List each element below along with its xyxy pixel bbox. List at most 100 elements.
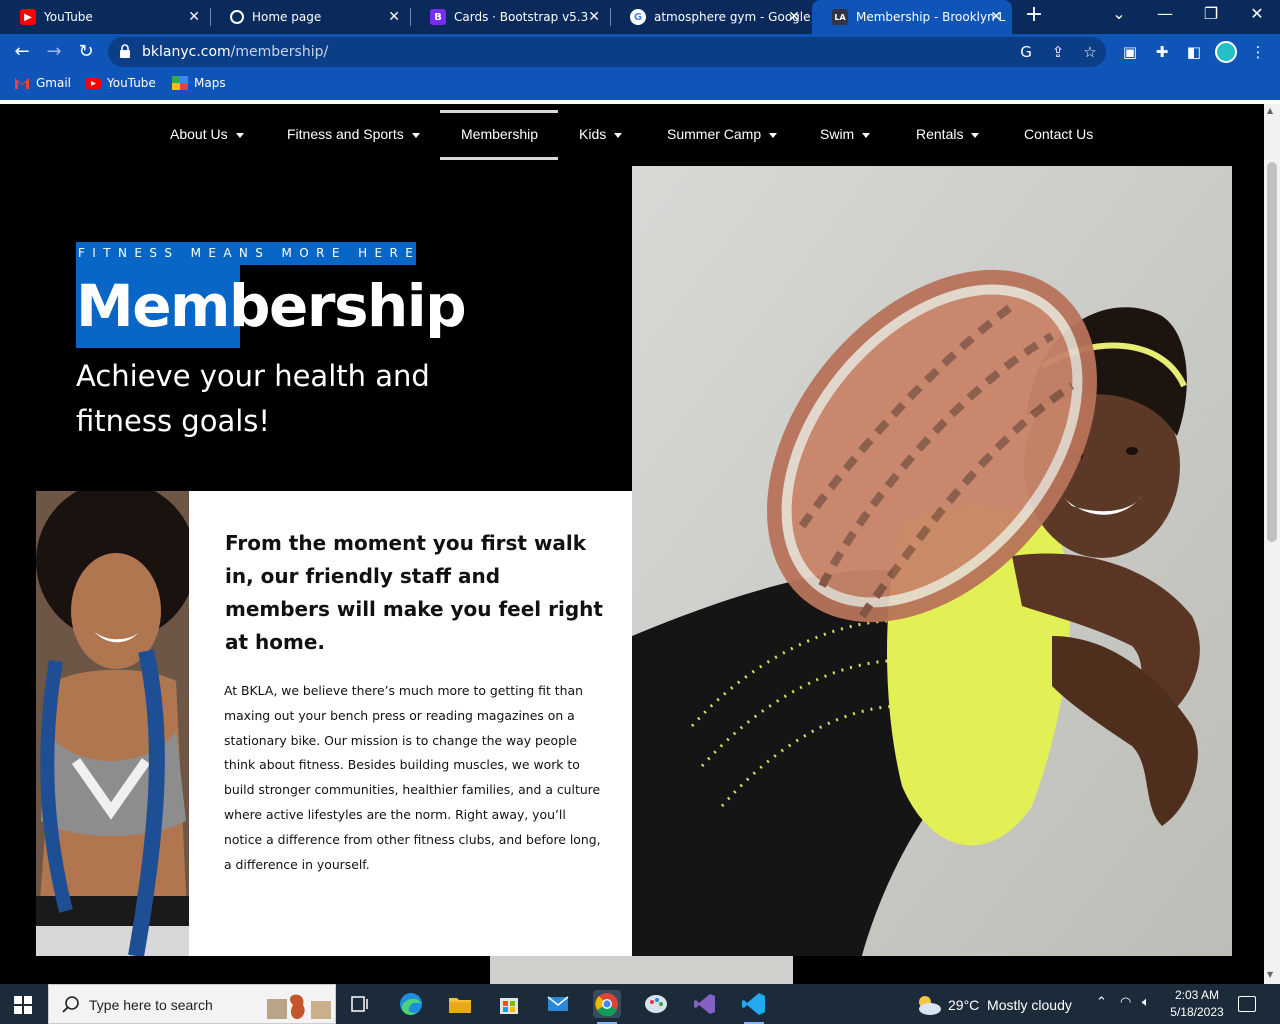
tab-membership[interactable]: LA Membership - Brooklyn L ✕ <box>812 0 1012 34</box>
close-icon[interactable]: ✕ <box>588 9 600 25</box>
bootstrap-icon: B <box>430 9 446 25</box>
intro-heading: From the moment you first walk in, our f… <box>225 531 603 654</box>
back-button[interactable]: ← <box>10 40 34 64</box>
main-nav: About Us Fitness and Sports Membership K… <box>0 104 1264 164</box>
new-tab-button[interactable]: + <box>1022 4 1046 28</box>
notifications-icon[interactable] <box>1238 996 1256 1012</box>
media-icon[interactable]: ▣ <box>1120 42 1140 62</box>
url-host: bklanyc.com <box>142 44 231 60</box>
nav-summer-camp[interactable]: Summer Camp <box>667 126 778 142</box>
hero-subtitle: Achieve your health and fitness goals! <box>76 359 430 438</box>
restore-button[interactable]: ❐ <box>1196 4 1226 23</box>
profile-avatar[interactable] <box>1215 41 1237 63</box>
task-view-icon[interactable] <box>346 990 374 1018</box>
close-icon[interactable]: ✕ <box>188 9 200 25</box>
microsoft-store-icon[interactable] <box>495 990 523 1018</box>
google-lens-icon[interactable]: G <box>1016 42 1036 62</box>
nav-label: About Us <box>170 126 228 142</box>
edge-icon[interactable] <box>397 990 425 1018</box>
bookmark-gmail[interactable]: Gmail <box>14 76 71 90</box>
hero-photo-illustration <box>632 166 1232 956</box>
tab-title: Home page <box>252 10 322 24</box>
tab-bar: ▶ YouTube ✕ Home page ✕ B Cards · Bootst… <box>0 0 1280 34</box>
share-icon[interactable]: ⇪ <box>1048 42 1068 62</box>
forward-button[interactable]: → <box>42 40 66 64</box>
chrome-icon[interactable] <box>593 990 621 1024</box>
close-icon[interactable]: ✕ <box>388 9 400 25</box>
page-scrollbar[interactable]: ▲ ▼ <box>1264 104 1280 984</box>
active-indicator <box>440 110 558 113</box>
nav-fitness-and-sports[interactable]: Fitness and Sports <box>287 126 420 142</box>
tab-search-icon[interactable]: ⌄ <box>1104 4 1134 23</box>
nav-label: Swim <box>820 126 855 142</box>
close-window-button[interactable]: ✕ <box>1242 4 1272 23</box>
lock-icon <box>120 44 130 58</box>
nav-about-us[interactable]: About Us <box>170 126 244 142</box>
hero-eyebrow: FITNESS MEANS MORE HERE <box>76 242 416 265</box>
tab-title: YouTube <box>44 10 93 24</box>
url-path: /membership/ <box>230 44 329 60</box>
nav-label: Membership <box>461 126 539 142</box>
scroll-down-icon[interactable]: ▼ <box>1267 970 1273 979</box>
bookmark-star-icon[interactable]: ☆ <box>1080 42 1100 62</box>
tab-home-page[interactable]: Home page ✕ <box>210 0 410 34</box>
close-icon[interactable]: ✕ <box>788 9 800 25</box>
browser-toolbar: ← → ↻ bklanyc.com/membership/ G ⇪ ☆ ▣ ✚ … <box>0 34 1280 70</box>
caret-down-icon <box>862 132 871 138</box>
nav-label: Summer Camp <box>667 126 762 142</box>
tab-title: atmosphere gym - Google <box>654 10 810 24</box>
tab-google-search[interactable]: G atmosphere gym - Google ✕ <box>610 0 810 34</box>
clock-time: 2:03 AM <box>1174 988 1220 1002</box>
close-icon[interactable]: ✕ <box>990 9 1002 25</box>
weather-widget[interactable]: 29°C Mostly cloudy <box>914 994 1072 1016</box>
address-bar[interactable]: bklanyc.com/membership/ G ⇪ ☆ <box>108 37 1106 67</box>
caret-down-icon <box>411 132 420 138</box>
maps-icon <box>172 76 188 90</box>
vscode-icon[interactable] <box>740 990 768 1024</box>
nav-rentals[interactable]: Rentals <box>916 126 980 142</box>
show-hidden-icons-icon[interactable]: ⌃ <box>1096 995 1107 1010</box>
nav-label: Rentals <box>916 126 964 142</box>
reload-button[interactable]: ↻ <box>74 40 98 64</box>
gmail-icon <box>15 78 29 89</box>
file-explorer-icon[interactable] <box>446 990 474 1018</box>
scroll-up-icon[interactable]: ▲ <box>1267 106 1273 115</box>
nav-kids[interactable]: Kids <box>579 126 623 142</box>
tab-title: Cards · Bootstrap v5.3 <box>454 10 589 24</box>
page-viewport: About Us Fitness and Sports Membership K… <box>0 104 1264 984</box>
mail-icon[interactable] <box>544 990 572 1018</box>
photo-illustration <box>36 491 189 956</box>
search-placeholder: Type here to search <box>89 997 213 1013</box>
search-icon <box>62 996 79 1013</box>
google-icon: G <box>630 9 646 25</box>
extensions-icon[interactable]: ✚ <box>1152 42 1172 62</box>
search-highlight-icon <box>267 994 331 1019</box>
paint-icon[interactable] <box>642 990 670 1018</box>
taskbar-search-box[interactable]: Type here to search <box>48 984 336 1024</box>
network-icon[interactable]: ◠ <box>1120 995 1131 1010</box>
nav-swim[interactable]: Swim <box>820 126 871 142</box>
menu-kebab-icon[interactable]: ⋮ <box>1248 42 1268 62</box>
next-section-photo <box>490 956 793 984</box>
windows-taskbar: Type here to search 29°C Mostly cloudy ⌃… <box>0 984 1280 1024</box>
nav-membership[interactable]: Membership <box>461 126 538 142</box>
photo-smiling-woman <box>36 491 189 956</box>
side-panel-icon[interactable]: ◧ <box>1184 42 1204 62</box>
minimize-button[interactable]: — <box>1150 4 1180 23</box>
windows-start-icon[interactable] <box>14 996 32 1014</box>
bookmark-youtube[interactable]: YouTube <box>85 76 156 90</box>
bookmark-maps[interactable]: Maps <box>172 76 226 90</box>
nav-label: Kids <box>579 126 607 142</box>
bookmarks-bar: Gmail YouTube Maps <box>0 70 1280 100</box>
active-indicator <box>440 157 558 160</box>
tab-bootstrap-cards[interactable]: B Cards · Bootstrap v5.3 ✕ <box>410 0 610 34</box>
scrollbar-thumb[interactable] <box>1267 162 1277 542</box>
bookmark-label: YouTube <box>107 76 156 90</box>
tab-youtube[interactable]: ▶ YouTube ✕ <box>0 0 210 34</box>
visual-studio-icon[interactable] <box>691 990 719 1018</box>
intro-body: At BKLA, we believe there’s much more to… <box>224 683 601 872</box>
taskbar-clock[interactable]: 2:03 AM 5/18/2023 <box>1164 987 1230 1021</box>
nav-contact-us[interactable]: Contact Us <box>1024 126 1093 142</box>
youtube-icon: ▶ <box>20 9 36 25</box>
volume-icon[interactable]: 🔈︎ <box>1142 995 1150 1010</box>
